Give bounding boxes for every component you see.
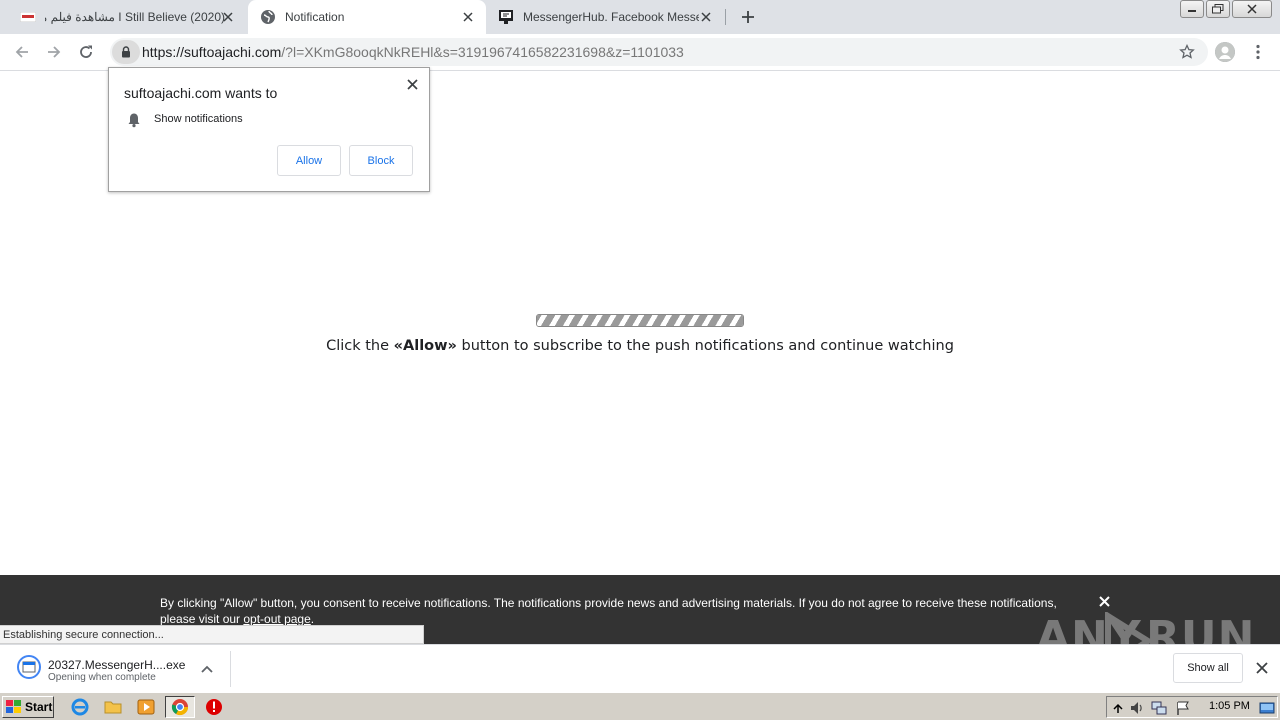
permission-title: suftoajachi.com wants to [124,85,278,101]
shelf-close-icon[interactable] [1254,660,1270,676]
exe-file-icon[interactable] [17,654,41,680]
consent-end: . [310,612,315,626]
tab-close-icon[interactable] [460,9,476,25]
forward-arrow-icon[interactable] [44,42,64,62]
progress-fill [537,315,743,326]
opt-out-link[interactable]: opt-out page [243,612,310,626]
show-desktop-icon[interactable] [1259,700,1275,716]
bell-icon [126,112,142,128]
globe-icon [260,9,276,25]
tab-title: Notification [285,10,345,24]
chrome-taskbar-icon[interactable] [165,696,195,718]
window-controls [1178,0,1272,18]
address-bar[interactable]: https://suftoajachi.com/?l=XKmG8ooqkNkRE… [110,38,1208,66]
windows-taskbar: Start 1:05 PM [0,692,1280,720]
tab-notification[interactable]: Notification [248,0,486,34]
url-text[interactable]: https://suftoajachi.com/?l=XKmG8ooqkNkRE… [142,44,684,60]
action-center-flag-icon[interactable] [1175,700,1191,716]
tab-close-icon[interactable] [698,9,714,25]
menu-kebab-icon[interactable] [1250,42,1266,62]
download-shelf: 20327.MessengerH....exe Opening when com… [0,644,1280,692]
url-host: https://suftoajachi.com [142,44,282,60]
browser-toolbar: https://suftoajachi.com/?l=XKmG8ooqkNkRE… [0,34,1280,71]
system-tray: 1:05 PM [1106,696,1278,718]
url-path: /?l=XKmG8ooqkNkREHl&s=319196741658223169… [281,44,684,60]
volume-icon[interactable] [1129,700,1145,716]
media-player-icon[interactable] [137,698,155,716]
loading-progress-bar [536,314,744,327]
message-allow-word: «Allow» [393,338,457,354]
folder-icon[interactable] [104,698,122,716]
internet-explorer-icon[interactable] [71,698,89,716]
bookmark-star-icon[interactable] [1178,43,1196,61]
restore-icon[interactable] [1206,0,1230,18]
message-after: button to subscribe to the push notifica… [456,338,954,354]
start-label: Start [25,700,53,714]
profile-avatar-icon[interactable] [1215,42,1235,62]
reload-icon[interactable] [76,42,96,62]
monitor-favicon-icon [498,9,514,25]
notification-permission-dialog: suftoajachi.com wants to Show notificati… [108,67,430,192]
tab-close-icon[interactable] [220,9,236,25]
back-arrow-icon[interactable] [12,42,32,62]
permission-item: Show notifications [154,113,243,125]
tab-title: MessengerHub. Facebook Messenger [523,10,699,24]
message-before: Click the [326,338,394,354]
tab-strip: I Still Believe (2020) مشاهدة فيلم مـ No… [0,0,1280,34]
tray-expand-icon[interactable] [1110,700,1126,716]
network-icon[interactable] [1151,700,1167,716]
tab-title: I Still Believe (2020) مشاهدة فيلم مـ [45,10,225,24]
consent-close-icon[interactable] [1097,594,1111,608]
new-tab-plus-icon[interactable] [738,7,758,27]
minimize-icon[interactable] [1180,0,1204,18]
stop-sign-icon[interactable] [205,698,223,716]
tab-separator [725,9,726,25]
consent-text: By clicking "Allow" button, you consent … [160,595,1090,627]
status-bubble: Establishing secure connection... [0,625,424,644]
chevron-up-icon[interactable] [199,661,215,677]
dialog-close-icon[interactable] [405,77,419,91]
allow-button[interactable]: Allow [277,145,341,176]
taskbar-clock[interactable]: 1:05 PM [1209,700,1250,712]
start-button[interactable]: Start [2,696,54,718]
windows-flag-icon [6,700,21,713]
block-button[interactable]: Block [349,145,413,176]
show-all-button[interactable]: Show all [1173,653,1243,683]
download-status: Opening when complete [48,672,156,683]
window-close-icon[interactable] [1232,0,1272,18]
lock-icon[interactable] [112,40,140,64]
tab-movie[interactable]: I Still Believe (2020) مشاهدة فيلم مـ [8,0,246,34]
movie-site-favicon-icon [20,9,36,25]
tab-messengerhub[interactable]: MessengerHub. Facebook Messenger [486,0,724,34]
subscribe-instruction: Click the «Allow» button to subscribe to… [0,338,1280,354]
download-filename[interactable]: 20327.MessengerH....exe [48,658,185,672]
shelf-divider [230,651,231,687]
